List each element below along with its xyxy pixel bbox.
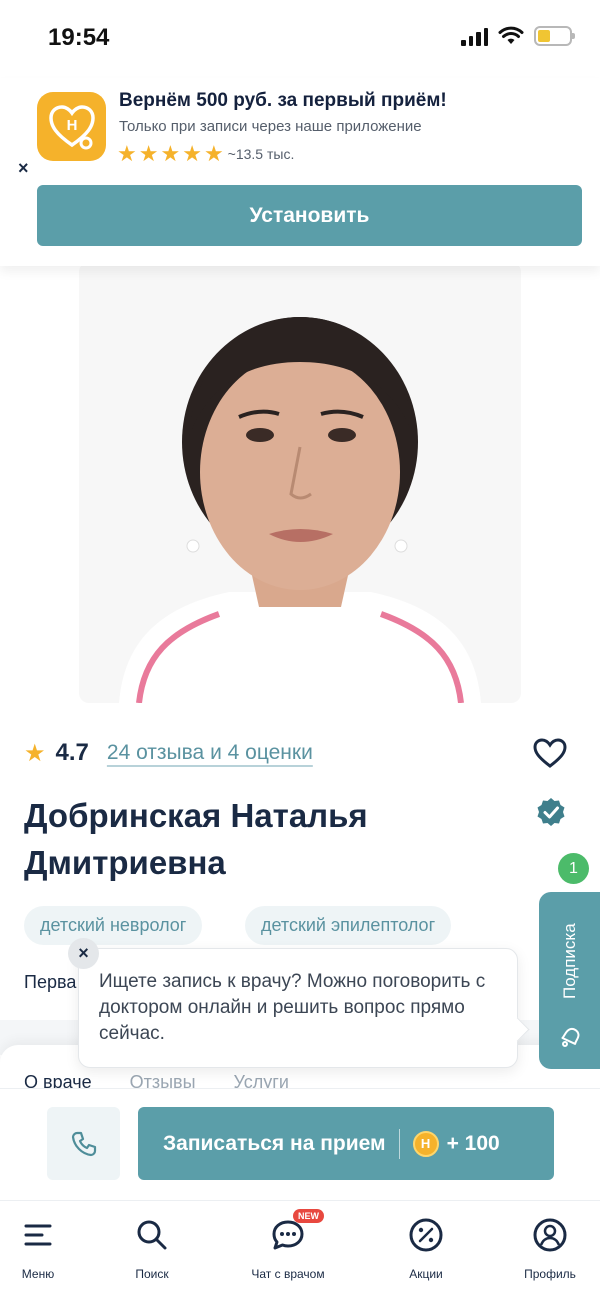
subscribe-label: Подписка (560, 923, 579, 999)
star-icon: ★ (117, 141, 137, 166)
book-appointment-label: Записаться на прием (163, 1131, 386, 1155)
close-tooltip-icon[interactable]: × (68, 938, 99, 969)
rating-value: 4.7 (55, 739, 89, 766)
bonus-points: + 100 (446, 1131, 500, 1155)
nav-item-profile[interactable]: Профиль (505, 1217, 595, 1281)
doctor-photo (79, 262, 521, 703)
rating-count: ~13.5 тыс. (227, 146, 295, 162)
booking-action-bar: Записаться на прием H + 100 (0, 1088, 600, 1200)
banner-title: Вернём 500 руб. за первый приём! (119, 90, 447, 111)
status-bar: 19:54 (0, 0, 600, 78)
bottom-navigation: Меню Поиск NEW Чат с врачом Акции Профил… (0, 1200, 600, 1297)
app-install-banner: H Вернём 500 руб. за первый приём! Тольк… (0, 78, 600, 266)
nav-label: Поиск (135, 1267, 169, 1281)
new-badge: NEW (293, 1209, 324, 1223)
reviews-link[interactable]: 24 отзыва и 4 оценки (107, 741, 313, 765)
specialty-tag[interactable]: детский невролог (24, 906, 203, 945)
phone-icon (71, 1131, 96, 1156)
nav-label: Акции (409, 1267, 443, 1281)
battery-icon (534, 26, 575, 46)
doctor-name: Добринская Наталья Дмитриевна (24, 797, 368, 881)
star-icon: ★ (160, 141, 181, 166)
app-logo-icon: H (37, 92, 106, 161)
nav-item-menu[interactable]: Меню (0, 1217, 83, 1281)
nav-label: Меню (21, 1267, 55, 1281)
star-icon: ★ (138, 141, 159, 166)
banner-subtitle: Только при записи через наше приложение (119, 118, 422, 135)
star-icon: ★ (203, 141, 224, 166)
search-icon (137, 1220, 167, 1250)
status-icons (461, 26, 575, 46)
menu-icon (24, 1224, 52, 1246)
divider (398, 1128, 400, 1159)
book-appointment-button[interactable]: Записаться на прием H + 100 (138, 1107, 554, 1180)
nav-label: Чат с врачом (251, 1267, 325, 1281)
nav-item-chat[interactable]: NEW Чат с врачом (243, 1209, 333, 1281)
app-rating: ★ ★ ★ ★ ★ ~13.5 тыс. (117, 143, 294, 165)
status-time: 19:54 (48, 24, 110, 51)
svg-text:H: H (66, 117, 77, 134)
star-icon: ★ (24, 739, 46, 767)
nav-item-search[interactable]: Поиск (107, 1217, 197, 1281)
specialty-tag[interactable]: детский эпилептолог (245, 906, 452, 945)
wifi-icon (498, 26, 524, 44)
bonus-coin-icon: H (412, 1130, 439, 1157)
tooltip-text: Ищете запись к врачу? Можно поговорить с… (99, 971, 486, 1044)
subscribe-side-tab[interactable]: Подписка (539, 892, 600, 1069)
call-button[interactable] (47, 1107, 120, 1180)
nav-item-promotions[interactable]: Акции (381, 1217, 471, 1281)
install-button[interactable]: Установить (37, 185, 582, 246)
bell-icon (561, 1027, 580, 1047)
star-icon: ★ (182, 141, 202, 166)
close-banner-icon[interactable]: × (18, 158, 29, 179)
cellular-signal-icon (461, 26, 488, 46)
online-consult-tooltip: Ищете запись к врачу? Можно поговорить с… (78, 948, 518, 1068)
doctor-rating-row: ★ 4.7 24 отзыва и 4 оценки (24, 735, 313, 771)
percent-icon (409, 1218, 443, 1252)
favorite-heart-icon[interactable] (532, 737, 568, 769)
nav-label: Профиль (524, 1267, 576, 1281)
profile-icon (533, 1218, 567, 1252)
doctor-info-text: Перва (24, 972, 77, 992)
notification-count-badge: 1 (558, 853, 589, 884)
verified-badge-icon (537, 798, 565, 826)
